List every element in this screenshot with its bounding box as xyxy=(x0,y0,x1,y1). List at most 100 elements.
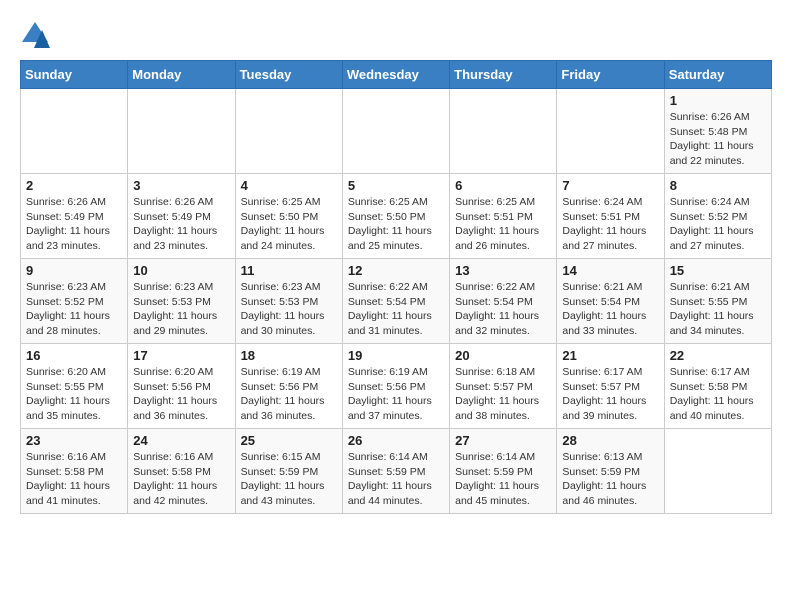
calendar-cell: 6 Sunrise: 6:25 AM Sunset: 5:51 PM Daylig… xyxy=(450,174,557,259)
calendar-week-3: 16 Sunrise: 6:20 AM Sunset: 5:55 PM Dayli… xyxy=(21,344,772,429)
calendar-cell: 28 Sunrise: 6:13 AM Sunset: 5:59 PM Dayli… xyxy=(557,429,664,514)
logo xyxy=(20,20,55,50)
day-info: Sunrise: 6:21 AM Sunset: 5:54 PM Dayligh… xyxy=(562,280,658,339)
day-number: 10 xyxy=(133,263,229,278)
calendar-cell: 11 Sunrise: 6:23 AM Sunset: 5:53 PM Dayli… xyxy=(235,259,342,344)
day-number: 16 xyxy=(26,348,122,363)
day-info: Sunrise: 6:26 AM Sunset: 5:49 PM Dayligh… xyxy=(26,195,122,254)
day-number: 3 xyxy=(133,178,229,193)
day-number: 8 xyxy=(670,178,766,193)
calendar-cell: 27 Sunrise: 6:14 AM Sunset: 5:59 PM Dayli… xyxy=(450,429,557,514)
calendar-cell: 5Sunrise: 6:25 AM Sunset: 5:50 PM Daylig… xyxy=(342,174,449,259)
calendar-cell: 7 Sunrise: 6:24 AM Sunset: 5:51 PM Daylig… xyxy=(557,174,664,259)
day-info: Sunrise: 6:19 AM Sunset: 5:56 PM Dayligh… xyxy=(241,365,337,424)
calendar-cell xyxy=(450,89,557,174)
day-info: Sunrise: 6:14 AM Sunset: 5:59 PM Dayligh… xyxy=(455,450,551,509)
day-number: 28 xyxy=(562,433,658,448)
calendar-cell: 15 Sunrise: 6:21 AM Sunset: 5:55 PM Dayli… xyxy=(664,259,771,344)
day-info: Sunrise: 6:22 AM Sunset: 5:54 PM Dayligh… xyxy=(348,280,444,339)
day-info: Sunrise: 6:17 AM Sunset: 5:57 PM Dayligh… xyxy=(562,365,658,424)
day-info: Sunrise: 6:13 AM Sunset: 5:59 PM Dayligh… xyxy=(562,450,658,509)
day-info: Sunrise: 6:16 AM Sunset: 5:58 PM Dayligh… xyxy=(133,450,229,509)
calendar-cell: 12 Sunrise: 6:22 AM Sunset: 5:54 PM Dayli… xyxy=(342,259,449,344)
day-number: 20 xyxy=(455,348,551,363)
day-number: 1 xyxy=(670,93,766,108)
header-day-tuesday: Tuesday xyxy=(235,61,342,89)
day-number: 19 xyxy=(348,348,444,363)
day-number: 14 xyxy=(562,263,658,278)
calendar-cell xyxy=(235,89,342,174)
logo-icon xyxy=(20,20,50,50)
calendar-cell: 2 Sunrise: 6:26 AM Sunset: 5:49 PM Daylig… xyxy=(21,174,128,259)
calendar-week-2: 9 Sunrise: 6:23 AM Sunset: 5:52 PM Daylig… xyxy=(21,259,772,344)
day-number: 15 xyxy=(670,263,766,278)
calendar-cell xyxy=(21,89,128,174)
calendar-cell: 10 Sunrise: 6:23 AM Sunset: 5:53 PM Dayli… xyxy=(128,259,235,344)
day-info: Sunrise: 6:15 AM Sunset: 5:59 PM Dayligh… xyxy=(241,450,337,509)
calendar-cell: 16 Sunrise: 6:20 AM Sunset: 5:55 PM Dayli… xyxy=(21,344,128,429)
calendar-cell: 21 Sunrise: 6:17 AM Sunset: 5:57 PM Dayli… xyxy=(557,344,664,429)
day-number: 21 xyxy=(562,348,658,363)
calendar-cell xyxy=(557,89,664,174)
day-number: 7 xyxy=(562,178,658,193)
calendar-header: SundayMondayTuesdayWednesdayThursdayFrid… xyxy=(21,61,772,89)
day-info: Sunrise: 6:23 AM Sunset: 5:53 PM Dayligh… xyxy=(133,280,229,339)
day-info: Sunrise: 6:21 AM Sunset: 5:55 PM Dayligh… xyxy=(670,280,766,339)
calendar-cell: 9 Sunrise: 6:23 AM Sunset: 5:52 PM Daylig… xyxy=(21,259,128,344)
day-number: 24 xyxy=(133,433,229,448)
calendar-cell: 13 Sunrise: 6:22 AM Sunset: 5:54 PM Dayli… xyxy=(450,259,557,344)
day-info: Sunrise: 6:20 AM Sunset: 5:56 PM Dayligh… xyxy=(133,365,229,424)
calendar-cell xyxy=(342,89,449,174)
calendar-table: SundayMondayTuesdayWednesdayThursdayFrid… xyxy=(20,60,772,514)
day-info: Sunrise: 6:22 AM Sunset: 5:54 PM Dayligh… xyxy=(455,280,551,339)
calendar-cell: 18 Sunrise: 6:19 AM Sunset: 5:56 PM Dayli… xyxy=(235,344,342,429)
calendar-cell: 14 Sunrise: 6:21 AM Sunset: 5:54 PM Dayli… xyxy=(557,259,664,344)
header-day-saturday: Saturday xyxy=(664,61,771,89)
day-info: Sunrise: 6:16 AM Sunset: 5:58 PM Dayligh… xyxy=(26,450,122,509)
calendar-cell: 25Sunrise: 6:15 AM Sunset: 5:59 PM Dayli… xyxy=(235,429,342,514)
day-info: Sunrise: 6:25 AM Sunset: 5:51 PM Dayligh… xyxy=(455,195,551,254)
header-row: SundayMondayTuesdayWednesdayThursdayFrid… xyxy=(21,61,772,89)
day-number: 6 xyxy=(455,178,551,193)
day-info: Sunrise: 6:24 AM Sunset: 5:51 PM Dayligh… xyxy=(562,195,658,254)
calendar-cell: 4 Sunrise: 6:25 AM Sunset: 5:50 PM Daylig… xyxy=(235,174,342,259)
header-day-monday: Monday xyxy=(128,61,235,89)
calendar-cell: 19 Sunrise: 6:19 AM Sunset: 5:56 PM Dayli… xyxy=(342,344,449,429)
calendar-cell xyxy=(664,429,771,514)
page-header xyxy=(20,20,772,50)
day-info: Sunrise: 6:14 AM Sunset: 5:59 PM Dayligh… xyxy=(348,450,444,509)
day-info: Sunrise: 6:18 AM Sunset: 5:57 PM Dayligh… xyxy=(455,365,551,424)
day-number: 4 xyxy=(241,178,337,193)
day-number: 18 xyxy=(241,348,337,363)
calendar-week-1: 2 Sunrise: 6:26 AM Sunset: 5:49 PM Daylig… xyxy=(21,174,772,259)
day-info: Sunrise: 6:23 AM Sunset: 5:52 PM Dayligh… xyxy=(26,280,122,339)
calendar-cell: 20 Sunrise: 6:18 AM Sunset: 5:57 PM Dayli… xyxy=(450,344,557,429)
header-day-wednesday: Wednesday xyxy=(342,61,449,89)
header-day-thursday: Thursday xyxy=(450,61,557,89)
calendar-cell: 8 Sunrise: 6:24 AM Sunset: 5:52 PM Daylig… xyxy=(664,174,771,259)
day-info: Sunrise: 6:20 AM Sunset: 5:55 PM Dayligh… xyxy=(26,365,122,424)
day-number: 5 xyxy=(348,178,444,193)
day-info: Sunrise: 6:17 AM Sunset: 5:58 PM Dayligh… xyxy=(670,365,766,424)
day-info: Sunrise: 6:19 AM Sunset: 5:56 PM Dayligh… xyxy=(348,365,444,424)
calendar-cell: 24 Sunrise: 6:16 AM Sunset: 5:58 PM Dayli… xyxy=(128,429,235,514)
day-number: 17 xyxy=(133,348,229,363)
day-number: 12 xyxy=(348,263,444,278)
day-number: 2 xyxy=(26,178,122,193)
day-number: 27 xyxy=(455,433,551,448)
calendar-week-0: 1Sunrise: 6:26 AM Sunset: 5:48 PM Daylig… xyxy=(21,89,772,174)
day-info: Sunrise: 6:26 AM Sunset: 5:49 PM Dayligh… xyxy=(133,195,229,254)
calendar-cell: 1Sunrise: 6:26 AM Sunset: 5:48 PM Daylig… xyxy=(664,89,771,174)
day-number: 26 xyxy=(348,433,444,448)
header-day-friday: Friday xyxy=(557,61,664,89)
day-number: 13 xyxy=(455,263,551,278)
calendar-cell: 17 Sunrise: 6:20 AM Sunset: 5:56 PM Dayli… xyxy=(128,344,235,429)
calendar-week-4: 23Sunrise: 6:16 AM Sunset: 5:58 PM Dayli… xyxy=(21,429,772,514)
day-number: 11 xyxy=(241,263,337,278)
day-number: 9 xyxy=(26,263,122,278)
calendar-cell xyxy=(128,89,235,174)
day-info: Sunrise: 6:24 AM Sunset: 5:52 PM Dayligh… xyxy=(670,195,766,254)
day-info: Sunrise: 6:23 AM Sunset: 5:53 PM Dayligh… xyxy=(241,280,337,339)
day-info: Sunrise: 6:25 AM Sunset: 5:50 PM Dayligh… xyxy=(241,195,337,254)
calendar-cell: 22Sunrise: 6:17 AM Sunset: 5:58 PM Dayli… xyxy=(664,344,771,429)
